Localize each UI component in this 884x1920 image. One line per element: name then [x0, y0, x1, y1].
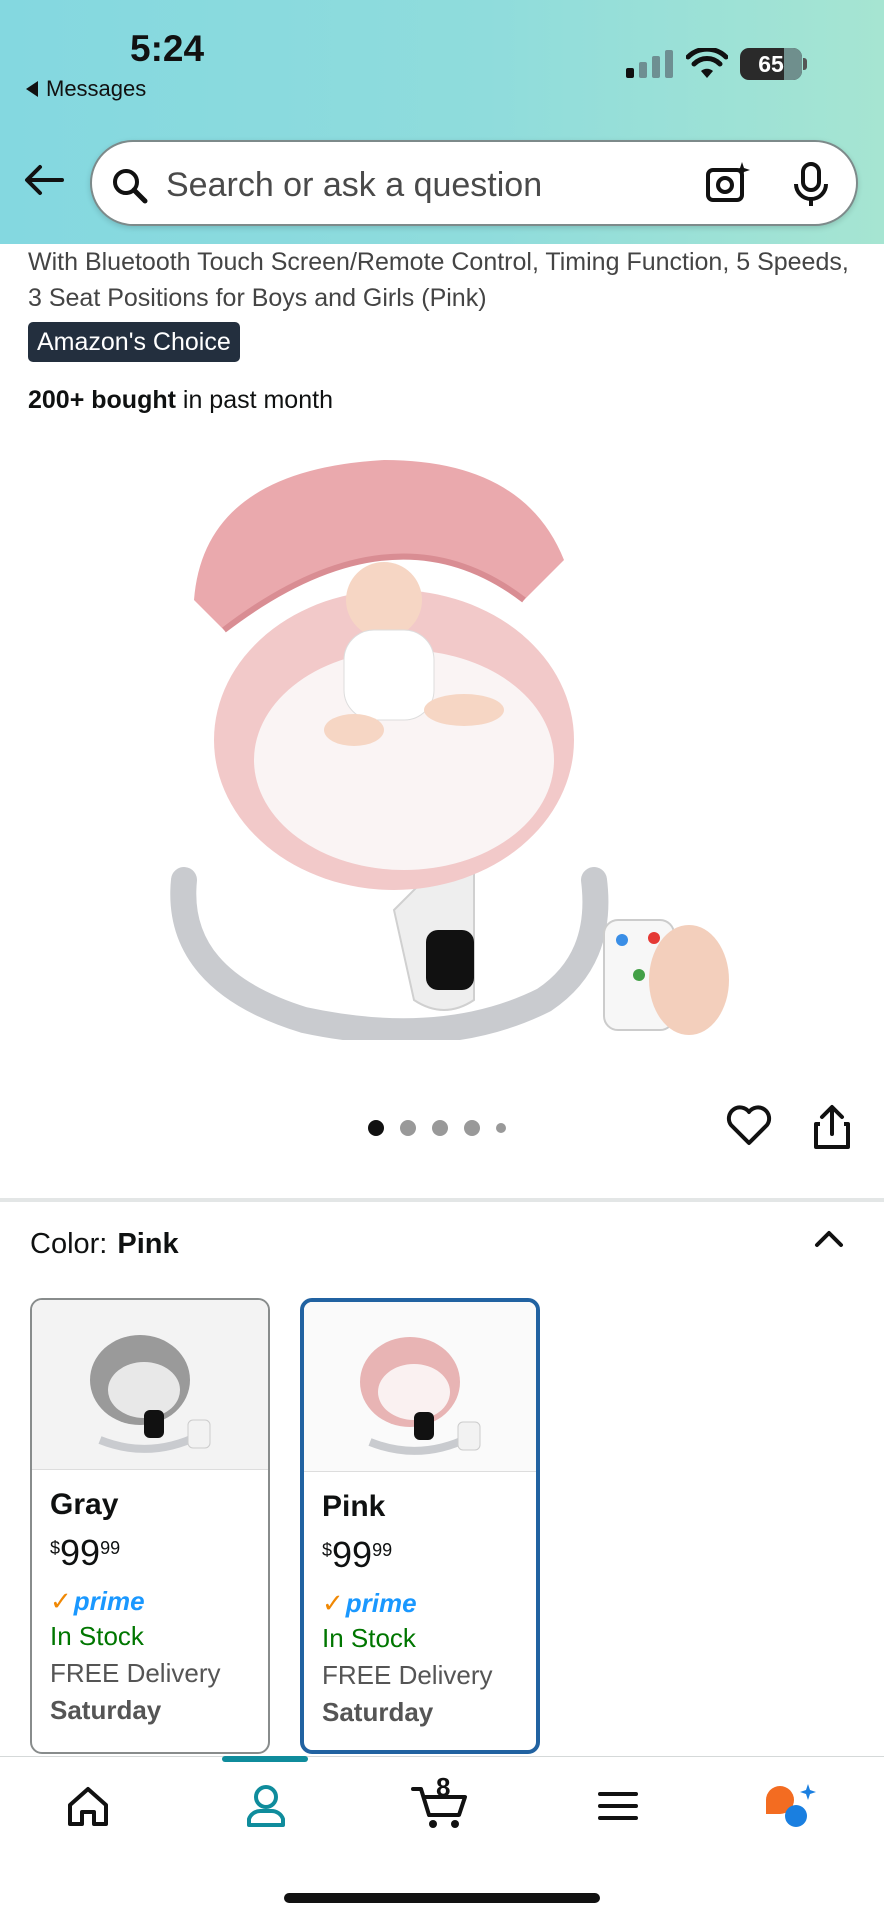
camera-search-icon[interactable]	[704, 160, 752, 206]
swatch-thumbnail-gray	[32, 1300, 268, 1470]
pagination-dot[interactable]	[496, 1123, 506, 1133]
home-icon	[68, 1787, 108, 1826]
delivery-text: FREE Delivery	[50, 1658, 221, 1688]
back-to-messages[interactable]: Messages	[26, 76, 146, 102]
bought-count-bold: 200+ bought	[28, 386, 176, 414]
search-input[interactable]: Search or ask a question	[166, 166, 542, 205]
swatch-name: Pink	[322, 1490, 386, 1523]
home-indicator[interactable]	[284, 1893, 600, 1903]
color-swatch-gray[interactable]: Gray $9999 ✓ prime In Stock FREE Delivery…	[30, 1298, 270, 1754]
color-swatch-pink[interactable]: Pink $9999 ✓ prime In Stock FREE Delivery…	[300, 1298, 540, 1754]
cellular-signal-icon	[626, 50, 673, 78]
battery-level: 65	[758, 50, 784, 77]
color-selector-label: Color: Pink	[30, 1228, 179, 1261]
status-time: 5:24	[130, 28, 205, 69]
image-pagination-dots[interactable]	[368, 1120, 506, 1136]
stock-status: In Stock	[322, 1623, 416, 1653]
back-arrow-icon[interactable]	[22, 162, 66, 198]
swatch-price: $9999	[50, 1532, 121, 1573]
swatch-thumbnail-pink	[304, 1302, 536, 1472]
microphone-icon[interactable]	[792, 162, 830, 208]
prime-badge: ✓ prime	[50, 1586, 145, 1616]
tab-account[interactable]	[236, 1776, 296, 1836]
battery-icon: 65	[740, 48, 802, 80]
delivery-day: Saturday	[50, 1695, 162, 1725]
delivery-text: FREE Delivery	[322, 1660, 493, 1690]
wifi-icon	[686, 48, 728, 78]
tab-home[interactable]	[58, 1776, 118, 1836]
pagination-dot[interactable]	[400, 1120, 416, 1136]
prime-badge: ✓ prime	[322, 1588, 417, 1618]
amazons-choice-badge: Amazon's Choice	[28, 322, 240, 362]
section-divider	[0, 1198, 884, 1202]
battery-nub	[803, 58, 807, 70]
app-header: 5:24 Messages 65 Search or ask a questio…	[0, 0, 884, 244]
delivery-day: Saturday	[322, 1697, 434, 1727]
prime-check-icon: ✓	[322, 1588, 344, 1618]
person-icon	[247, 1785, 285, 1827]
bought-count: 200+ bought in past month	[28, 386, 333, 415]
menu-icon	[598, 1792, 638, 1820]
share-icon[interactable]	[812, 1104, 852, 1150]
cart-count-badge: 8	[436, 1772, 451, 1802]
bought-count-rest: in past month	[175, 386, 333, 414]
chevron-up-icon[interactable]	[814, 1228, 844, 1248]
stock-status: In Stock	[50, 1621, 144, 1651]
tab-rufus-assistant[interactable]	[760, 1776, 820, 1836]
color-label: Color:	[30, 1228, 108, 1260]
swatch-price: $9999	[322, 1534, 393, 1575]
product-title: With Bluetooth Touch Screen/Remote Contr…	[28, 248, 849, 312]
heart-icon[interactable]	[726, 1104, 772, 1146]
pagination-dot[interactable]	[368, 1120, 384, 1136]
tab-menu[interactable]	[588, 1776, 648, 1836]
swatch-name: Gray	[50, 1488, 119, 1521]
search-icon	[113, 169, 148, 204]
color-value: Pink	[117, 1228, 179, 1260]
active-tab-indicator	[222, 1756, 308, 1762]
back-triangle-icon	[26, 81, 38, 97]
pagination-dot[interactable]	[464, 1120, 480, 1136]
pagination-dot[interactable]	[432, 1120, 448, 1136]
back-app-label: Messages	[46, 76, 147, 101]
product-image[interactable]	[144, 440, 740, 1040]
prime-check-icon: ✓	[50, 1586, 72, 1616]
rufus-assistant-icon	[766, 1784, 816, 1827]
search-bar[interactable]: Search or ask a question	[90, 140, 858, 226]
